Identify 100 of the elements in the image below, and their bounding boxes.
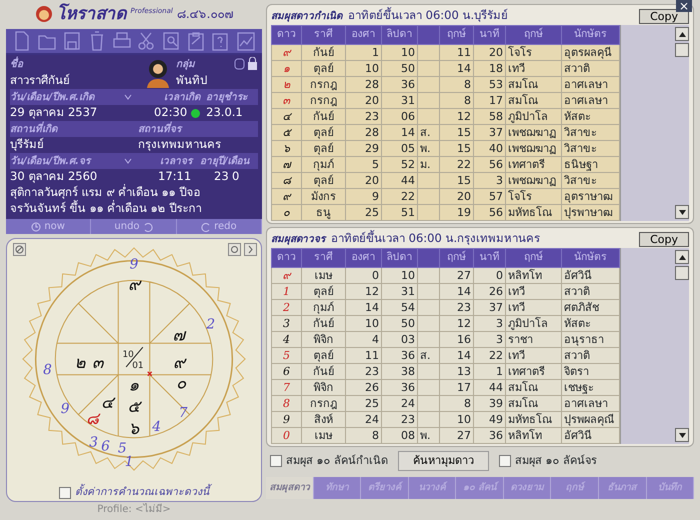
mansion-cell: วิสาขะ [562, 172, 620, 188]
sign-cell: ตุลย์ [302, 172, 346, 188]
fortune-cell: มหัทธโณ [506, 412, 562, 428]
field-label: วัน/เดือน/ปีพ.ศ.เกิด [10, 90, 96, 105]
transit-number: 4 [152, 419, 161, 436]
scroll-down-button[interactable] [675, 428, 689, 442]
sign-cell: ตุลย์ [302, 124, 346, 140]
degree-cell: 24 [346, 412, 382, 428]
number-cell: 8 [440, 92, 474, 108]
sign-cell: เมษ [302, 268, 346, 284]
version-text: ๘.๔๖.๐๐๗ [176, 6, 234, 24]
fortune-cell: เทศาตรี [506, 364, 562, 380]
degree-cell: 23 [346, 108, 382, 124]
minute-cell: 56 [474, 156, 506, 172]
birth-date-value: 29 ตุลาคม 2537 [10, 104, 98, 122]
close-button[interactable]: × [676, 0, 692, 12]
mansion-cell: อาศเลษา [562, 396, 620, 412]
degree-cell: 5 [346, 156, 382, 172]
lock-icon[interactable] [234, 57, 258, 70]
mansion-cell: วิสาขะ [562, 124, 620, 140]
table-subtitle: อาทิตย์ขึ้นเวลา 06:00 น.บุรีรัมย์ [348, 7, 508, 24]
field-label: อายุปี/เดือน [200, 154, 250, 169]
field-label: ชื่อ [10, 57, 23, 72]
clock-icon [31, 222, 42, 232]
planet-symbol: ๔ [272, 108, 302, 124]
group-value: พันทิป [176, 72, 207, 90]
degree-cell: 11 [346, 348, 382, 364]
number-cell: 15 [440, 124, 474, 140]
number-cell: 10 [440, 412, 474, 428]
minute-cell: 37 [474, 300, 506, 316]
sign-cell: กันย์ [302, 364, 346, 380]
lunar-date-text: สุติกาลวันศุกร์ แรม ๙ ค่ำเดือน ๑๑ ปีจอ [10, 184, 200, 200]
scroll-thumb[interactable] [675, 266, 689, 280]
undo-button[interactable]: undo [91, 219, 177, 234]
copy-button[interactable]: Copy [639, 8, 689, 24]
planet-glyph: ๖ [128, 418, 140, 438]
column-header: ดาว [272, 26, 302, 44]
next-button[interactable] [244, 243, 257, 256]
mansion-cell: อนุราธา [562, 332, 620, 348]
profile-text: Profile: <ไม่มี> [96, 502, 172, 516]
degree-cell: 28 [346, 124, 382, 140]
minute-cell: 36 [382, 380, 418, 396]
scroll-up-button[interactable] [675, 27, 689, 41]
mansion-cell: อุตราษาฒ [562, 188, 620, 204]
planet-symbol: ๕ [272, 124, 302, 140]
clipboard-icon[interactable] [186, 30, 206, 52]
planet-symbol: ๑ [272, 60, 302, 76]
floppy-icon[interactable] [62, 30, 82, 52]
minute-cell: 37 [474, 124, 506, 140]
checkbox[interactable] [499, 455, 511, 467]
fortune-cell: เพชฌฆาฏ [506, 124, 562, 140]
planet-symbol: ๙ [272, 268, 302, 284]
chevron-right-icon [246, 245, 255, 254]
fortune-cell: เพชฌฆาฏ [506, 172, 562, 188]
settings-button[interactable] [228, 243, 241, 256]
fortune-cell: ราชา [506, 332, 562, 348]
scroll-up-button[interactable] [675, 250, 689, 264]
redo-icon [201, 222, 212, 232]
sign-cell: มังกร [302, 188, 346, 204]
transit-place-value: กรุงเทพมหานคร [138, 136, 221, 154]
planet-symbol: ๙ [272, 188, 302, 204]
minute-cell: 36 [382, 76, 418, 92]
planet-glyph: ๕ [128, 396, 140, 416]
checkbox[interactable] [59, 487, 71, 500]
copy-button[interactable]: Copy [639, 232, 689, 246]
redo-button[interactable]: redo [176, 219, 262, 234]
planet-symbol: ๘ [272, 172, 302, 188]
degree-cell: 26 [346, 380, 382, 396]
sign-cell: กรกฎ [302, 396, 346, 412]
dropdown-icon[interactable] [124, 158, 132, 164]
search-button[interactable]: ค้นหามุมดาว [398, 450, 489, 472]
minute-cell: 56 [474, 204, 506, 220]
mansion-cell: ธนิษฐา [562, 156, 620, 172]
checkbox[interactable] [270, 455, 282, 467]
chart-icon[interactable] [236, 30, 256, 52]
degree-cell: 25 [346, 396, 382, 412]
scroll-thumb[interactable] [675, 43, 689, 57]
age-years-value: 23 [214, 168, 230, 186]
number-cell: 15 [440, 140, 474, 156]
clear-button[interactable] [13, 243, 26, 256]
now-button[interactable]: now [6, 219, 92, 234]
search-icon[interactable] [161, 30, 182, 52]
planet-glyph: ๔ [100, 392, 114, 412]
number-cell: 22 [440, 156, 474, 172]
dropdown-icon[interactable] [124, 94, 132, 100]
center-number: 10 [122, 350, 134, 360]
table-subtitle: อาทิตย์ขึ้นเวลา 06:00 น.กรุงเทพมหานคร [331, 230, 540, 248]
circle-icon [230, 245, 239, 254]
fortune-cell: เทวี [506, 300, 562, 316]
minute-cell: 53 [474, 76, 506, 92]
mansion-cell: ปุรพผลคุณี [562, 412, 620, 428]
scroll-down-button[interactable] [675, 205, 689, 219]
fortune-cell: โจโร [506, 188, 562, 204]
minute-cell: 31 [382, 284, 418, 300]
sign-cell: กรกฎ [302, 92, 346, 108]
minute-cell: 0 [474, 268, 506, 284]
tab[interactable]: สมผุสดาว [266, 477, 314, 499]
degree-cell: 20 [346, 172, 382, 188]
field-label: อายุชำระ [206, 90, 247, 105]
mansion-cell: อัศวินี [562, 428, 620, 444]
